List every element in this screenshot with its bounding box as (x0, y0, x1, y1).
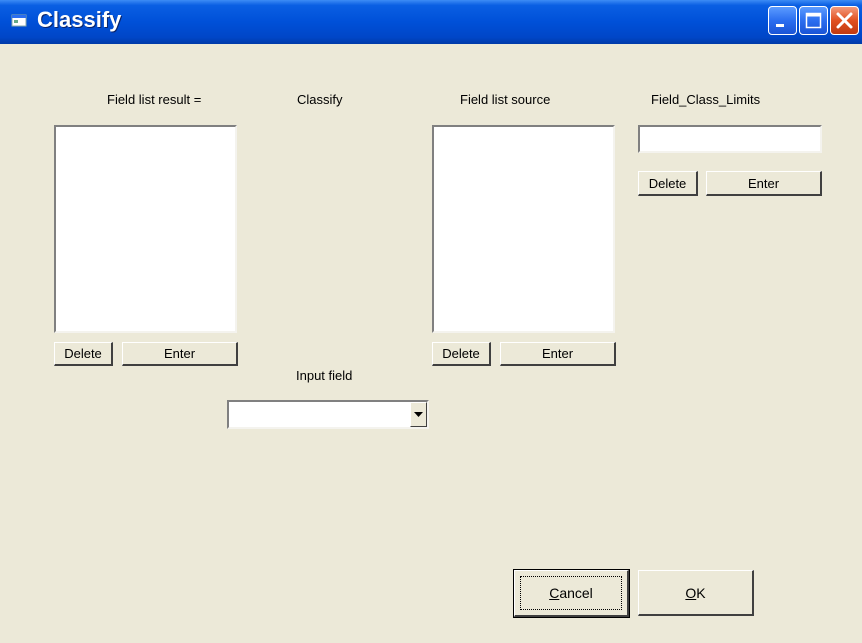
window-title: Classify (37, 7, 122, 32)
cancel-label-rest: ancel (559, 585, 593, 601)
title-bar[interactable]: Classify (0, 0, 862, 44)
field-class-limits-label: Field_Class_Limits (651, 92, 761, 107)
limits-delete-button[interactable]: Delete (638, 171, 698, 196)
minimize-icon (776, 24, 784, 27)
field-list-source-label: Field list source (460, 92, 551, 107)
result-enter-button[interactable]: Enter (122, 342, 238, 366)
classify-dialog: Classify Field list result = Classify Fi… (0, 0, 862, 643)
classify-label: Classify (297, 92, 343, 107)
maximize-icon (805, 12, 822, 29)
ok-label-rest: K (696, 584, 706, 601)
field-list-result-listbox[interactable] (54, 125, 237, 333)
chevron-down-icon (414, 412, 423, 417)
field-list-result-label: Field list result = (107, 92, 202, 107)
window-app-icon (11, 14, 27, 27)
input-field-label: Input field (296, 368, 353, 383)
source-enter-button[interactable]: Enter (500, 342, 616, 366)
input-field-combobox[interactable] (227, 400, 429, 429)
close-icon (836, 12, 853, 29)
limits-enter-button[interactable]: Enter (706, 171, 822, 196)
cancel-mnemonic: C (549, 585, 560, 601)
minimize-button[interactable] (768, 6, 797, 35)
source-delete-button[interactable]: Delete (432, 342, 491, 366)
field-class-limits-input[interactable] (638, 125, 822, 153)
input-field-dropdown-button[interactable] (410, 402, 427, 427)
cancel-button[interactable]: Cancel (513, 569, 630, 618)
maximize-button[interactable] (799, 6, 828, 35)
ok-mnemonic: O (685, 584, 697, 601)
ok-button[interactable]: OK (638, 570, 754, 616)
field-list-source-listbox[interactable] (432, 125, 615, 333)
close-button[interactable] (830, 6, 859, 35)
result-delete-button[interactable]: Delete (54, 342, 113, 366)
